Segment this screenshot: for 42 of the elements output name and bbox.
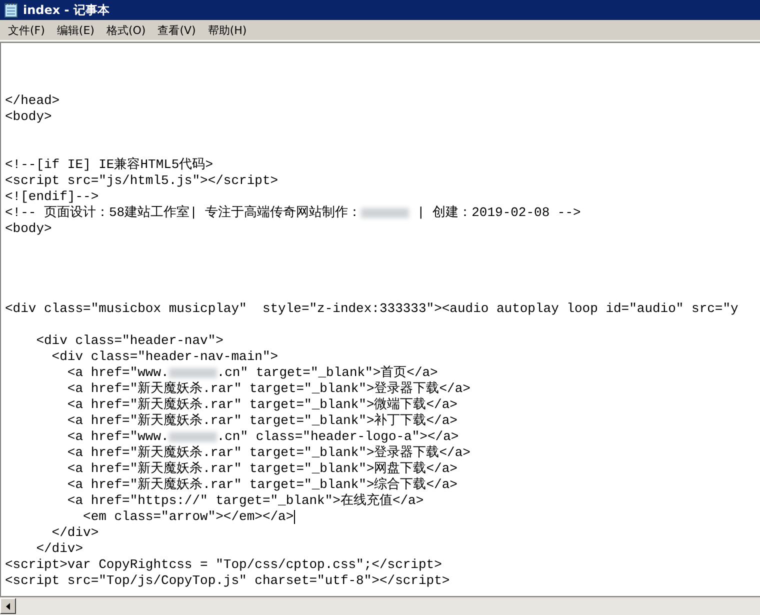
code-line: <![endif]--> — [5, 189, 99, 205]
menu-item[interactable]: 帮助(H) — [202, 22, 253, 38]
code-line: <a href="新天魔妖杀.rar" target="_blank">网盘下载</a> — [66, 461, 458, 477]
scroll-left-button[interactable] — [0, 598, 16, 614]
code-line: <div class="musicbox musicplay" style="z-index:333333"><audio autoplay loop id="audio" src="y — [5, 301, 738, 317]
code-line: <a href="新天魔妖杀.rar" target="_blank">综合下载</a> — [66, 477, 458, 493]
code-line: <script>var CopyRightcss = "Top/css/cptop.css";</script> — [5, 557, 442, 573]
blurred-mark — [361, 208, 410, 218]
code-line: </head> — [5, 93, 60, 109]
blurred-mark — [168, 432, 217, 442]
code-line: <!--[if IE] IE兼容HTML5代码> — [5, 157, 214, 173]
code-line: <a href="新天魔妖杀.rar" target="_blank">微端下载</a> — [66, 397, 458, 413]
blurred-mark — [168, 368, 217, 378]
text-area[interactable] — [0, 42, 760, 597]
code-line: <body> — [5, 221, 52, 237]
menu-item[interactable]: 格式(O) — [100, 22, 152, 38]
menu-item[interactable]: 查看(V) — [152, 22, 202, 38]
code-line: <!-- 页面设计：58建站工作室| 专注于高端传奇网站制作： — [5, 205, 362, 221]
code-line: </div> — [50, 525, 99, 541]
code-line: <script src="js/html5.js"></script> — [5, 173, 278, 189]
code-line: | 创建：2019-02-08 --> — [416, 205, 581, 221]
code-line: <div class="header-nav-main"> — [50, 349, 278, 365]
code-line: <body> — [5, 109, 52, 125]
code-line: .cn" target="_blank">首页</a> — [216, 365, 438, 381]
left-arrow-icon — [6, 602, 10, 610]
code-line: <a href="新天魔妖杀.rar" target="_blank">登录器下载</a> — [66, 445, 470, 461]
horizontal-scrollbar[interactable] — [0, 597, 760, 615]
code-line: <em class="arrow"></em></a> — [82, 509, 294, 525]
code-line: <script src="Top/js/CopyTop.js" charset="utf-8"></script> — [5, 573, 450, 589]
code-line: <div class="header-nav"> — [35, 333, 224, 349]
notepad-icon — [3, 2, 19, 18]
menu-item[interactable]: 文件(F) — [2, 22, 51, 38]
code-line: <a href="www. — [66, 365, 169, 381]
text-cursor — [294, 510, 295, 524]
code-line: <a href="https://" target="_blank">在线充值</a> — [66, 493, 424, 509]
code-line: <a href="www. — [66, 429, 169, 445]
menu-item[interactable]: 编辑(E) — [50, 22, 100, 38]
window-title: index - 记事本 — [23, 2, 110, 18]
code-line: <a href="新天魔妖杀.rar" target="_blank">登录器下载</a> — [66, 381, 470, 397]
code-line: <a href="新天魔妖杀.rar" target="_blank">补丁下载</a> — [66, 413, 458, 429]
code-line: .cn" class="header-logo-a"></a> — [216, 429, 459, 445]
code-line: </div> — [35, 541, 84, 557]
